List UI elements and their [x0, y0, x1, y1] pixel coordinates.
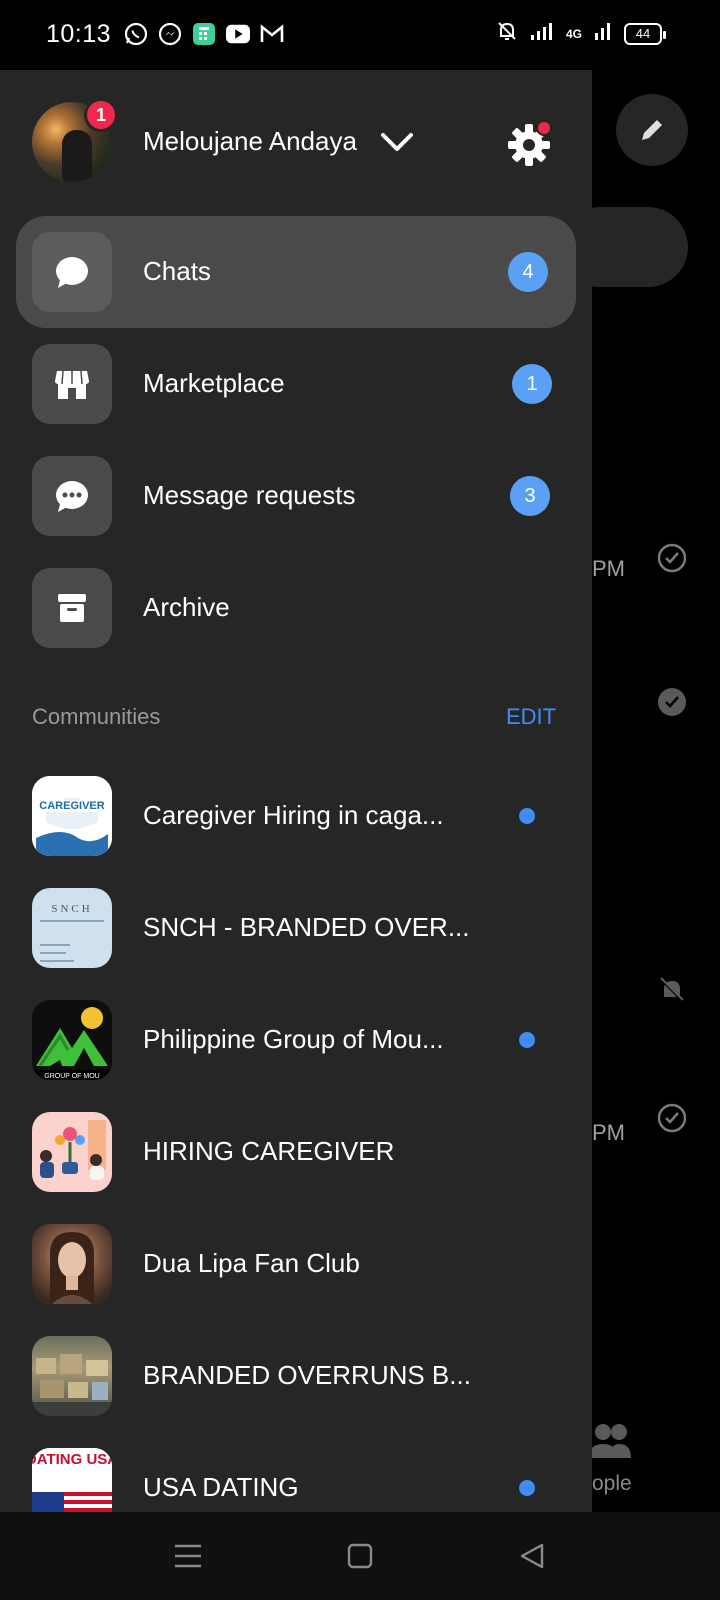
community-item[interactable]: BRANDED OVERRUNS B...	[0, 1320, 592, 1432]
community-item[interactable]: GROUP OF MOU Philippine Group of Mou...	[0, 984, 592, 1096]
navigation-drawer: 1 Meloujane Andaya Chats 4 Marketplace 1…	[0, 70, 592, 1512]
community-item[interactable]: DATING USA USA DATING	[0, 1432, 592, 1512]
menu-item-label: Message requests	[143, 480, 356, 510]
community-item[interactable]: SNCH SNCH - BRANDED OVER...	[0, 872, 592, 984]
chat-time: PM	[592, 556, 625, 581]
system-navigation-bar	[0, 1512, 720, 1600]
muted-bell-icon	[659, 977, 685, 1003]
community-name: SNCH - BRANDED OVER...	[143, 912, 470, 942]
notification-badge: 1	[84, 98, 118, 132]
recent-apps-button[interactable]	[170, 1538, 206, 1574]
status-time: 10:13	[46, 20, 112, 48]
read-check-icon	[657, 543, 687, 573]
community-thumbnail	[32, 1224, 112, 1304]
compose-button[interactable]	[616, 94, 688, 166]
communities-heading: Communities	[32, 704, 161, 729]
square-icon	[347, 1543, 373, 1569]
thumbnail-text: CAREGIVER	[39, 800, 104, 812]
thumbnail-text: DATING USA	[32, 1451, 112, 1468]
community-thumbnail	[32, 1336, 112, 1416]
community-thumbnail: GROUP OF MOU	[32, 1000, 112, 1080]
menu-item-label: Marketplace	[143, 368, 285, 398]
community-name: Caregiver Hiring in caga...	[143, 800, 444, 830]
count-badge: 1	[512, 364, 552, 404]
youtube-icon	[226, 22, 250, 46]
count-badge: 4	[508, 252, 548, 292]
menu-item-marketplace[interactable]: Marketplace 1	[16, 328, 576, 440]
unread-dot	[519, 1032, 535, 1048]
community-item[interactable]: Dua Lipa Fan Club	[0, 1208, 592, 1320]
unread-dot	[519, 808, 535, 824]
count-badge: 3	[510, 476, 550, 516]
community-name: Philippine Group of Mou...	[143, 1024, 444, 1054]
network-type-label: 4G	[565, 26, 582, 41]
calculator-icon	[192, 22, 216, 46]
chat-time: PM	[592, 1120, 625, 1145]
settings-notification-dot	[536, 120, 552, 136]
community-thumbnail	[32, 1112, 112, 1192]
menu-item-message-requests[interactable]: Message requests 3	[16, 440, 576, 552]
pencil-icon	[642, 120, 662, 140]
thumbnail-text: SNCH	[51, 903, 92, 915]
menu-lines-icon	[175, 1544, 201, 1568]
profile-header: 1 Meloujane Andaya	[0, 70, 592, 210]
message-request-icon	[32, 456, 112, 536]
community-item[interactable]: HIRING CAREGIVER	[0, 1096, 592, 1208]
menu-item-label: Archive	[143, 592, 230, 622]
storefront-icon	[32, 344, 112, 424]
archive-icon	[32, 568, 112, 648]
community-name: Dua Lipa Fan Club	[143, 1248, 360, 1278]
thumbnail-text: GROUP OF MOU	[44, 1073, 99, 1080]
messenger-icon	[158, 22, 182, 46]
chat-bubble-icon	[32, 232, 112, 312]
community-name: USA DATING	[143, 1472, 299, 1502]
read-check-icon	[658, 688, 686, 716]
read-check-icon	[657, 1103, 687, 1133]
menu-item-chats[interactable]: Chats 4	[16, 216, 576, 328]
people-icon[interactable]	[588, 1420, 632, 1460]
chevron-down-icon[interactable]	[380, 130, 414, 154]
menu-item-archive[interactable]: Archive	[16, 552, 576, 664]
back-triangle-icon	[520, 1543, 544, 1569]
status-app-icons	[124, 22, 284, 46]
menu-item-label: Chats	[143, 256, 211, 286]
unread-dot	[519, 1480, 535, 1496]
home-button[interactable]	[342, 1538, 378, 1574]
community-name: HIRING CAREGIVER	[143, 1136, 395, 1166]
whatsapp-icon	[124, 22, 148, 46]
battery-icon: 44	[624, 22, 666, 45]
community-thumbnail: CAREGIVER	[32, 776, 112, 856]
status-right-icons: 4G 44	[496, 20, 666, 47]
community-thumbnail: SNCH	[32, 888, 112, 968]
community-name: BRANDED OVERRUNS B...	[143, 1360, 471, 1390]
silent-bell-icon	[496, 20, 518, 47]
avatar-person-silhouette	[62, 130, 92, 182]
profile-name[interactable]: Meloujane Andaya	[143, 126, 357, 157]
back-button[interactable]	[514, 1538, 550, 1574]
signal-icon	[530, 21, 554, 46]
communities-edit-button[interactable]: EDIT	[506, 704, 556, 730]
people-tab-label: ople	[592, 1472, 632, 1495]
community-item[interactable]: CAREGIVER Caregiver Hiring in caga...	[0, 760, 592, 872]
gmail-icon	[260, 22, 284, 46]
community-thumbnail: DATING USA	[32, 1448, 112, 1512]
signal-icon-2	[594, 21, 612, 46]
status-bar: 10:13 4G 44	[0, 0, 720, 70]
